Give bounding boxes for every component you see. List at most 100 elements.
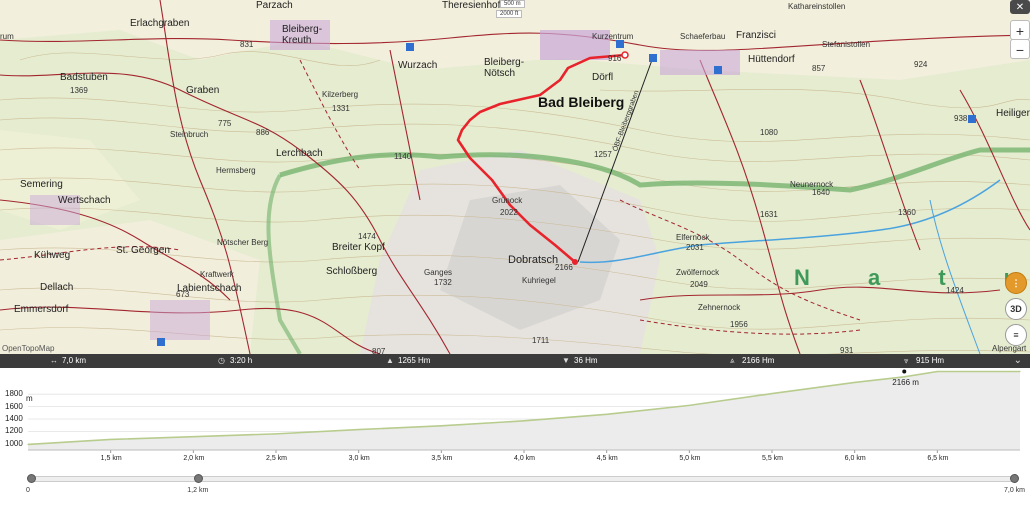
slider-mid-label: 1,2 km [187,487,209,494]
place-label: Steinbruch [170,130,209,139]
place-label: Alpengart [992,344,1027,353]
layers-icon[interactable]: ≡ [1005,324,1027,346]
x-tick-label: 6,5 km [927,455,949,462]
place-label: Zehnernock [698,303,741,312]
place-label: Badstuben [60,72,108,83]
elevation-label: 1331 [332,104,350,113]
place-label: Breiter Kopf [332,242,385,253]
elevation-label: 1360 [898,208,916,217]
place-label: Kuhriegel [522,276,556,285]
elevation-label: 924 [914,60,928,69]
place-label: Kühweg [34,250,71,261]
place-label: Graben [186,85,220,96]
y-tick-label: 1400 [5,414,23,423]
elevation-label: 857 [812,64,826,73]
distance-icon: ↔ [50,356,58,365]
elevation-label: 2031 [686,243,704,252]
place-label: Franzisci [736,30,777,41]
elevation-profile[interactable]: m 1800 1600 1400 1200 1000 1,5 km 2,0 km 2,5 k… [0,368,1030,470]
slider-start-label: 0 [26,487,30,494]
x-tick-label: 5,5 km [762,455,784,462]
elevation-label: 2166 [555,263,573,272]
x-tick-label: 2,5 km [266,455,288,462]
place-label: Theresienhof [442,0,501,11]
map-view[interactable]: Erlachgraben Parzach Theresienhof Kathar… [0,0,1030,354]
place-label: Dobratsch [508,254,559,266]
place-label: Zwölfernock [676,268,720,277]
elevation-point [523,420,525,422]
place-label: Dellach [40,282,74,293]
elevation-label: 673 [176,290,190,299]
zoom-in-button[interactable]: + [1010,20,1030,40]
place-label: Kraftwerk [200,270,234,279]
place-label: Heiliger [996,108,1030,119]
scale-bar-imperial: 2000 ft [496,10,523,18]
place-label: Kathareinstollen [788,2,846,11]
elevation-label: 1711 [532,336,550,345]
place-label: Lerchbach [276,148,323,159]
place-label: Dörfl [592,72,614,83]
more-options-button[interactable]: ⋮ [1005,272,1027,294]
elevation-point [275,433,277,435]
place-label: Ganges [424,268,453,277]
place-label: Semering [20,179,63,190]
descent-icon: ▼ [562,356,570,365]
elevation-label: 886 [256,128,270,137]
elevation-label: 1257 [594,150,612,159]
place-label: Wurzach [398,60,438,71]
elevation-label: 831 [240,40,254,49]
elevation-label: 916 [608,54,622,63]
elevation-label: 1140 [394,152,412,161]
chevron-down-icon[interactable]: ⌄ [1014,355,1022,366]
slider-start-handle[interactable] [27,474,36,483]
elevation-label: 1369 [70,86,88,95]
elevation-label: 1631 [760,210,778,219]
x-tick-label: 4,5 km [596,455,618,462]
map-attribution: OpenTopoMap [2,344,55,353]
range-slider[interactable] [27,474,1019,483]
nature-park-label: N a t u r p [794,265,1030,290]
x-tick-label: 5,0 km [679,455,701,462]
y-tick-label: 1800 [5,389,23,399]
place-label: Grünock [492,196,523,205]
x-tick-label: 1,5 km [100,455,122,462]
slider-end-label: 7,0 km [1004,487,1026,494]
stat-duration: ◷ 3:20 h [218,356,253,365]
y-tick-label: 1200 [5,426,23,436]
slider-end-handle[interactable] [1010,474,1019,483]
elevation-label: 1080 [760,128,778,137]
lowest-point-icon: ⩔ [904,356,909,365]
place-label: Schloßberg [326,266,378,277]
x-tick-label: 4,0 km [514,455,536,462]
place-label: Kurzentrum [592,32,634,41]
y-axis-unit: m [26,394,33,403]
peak-marker [902,369,907,374]
place-label: rum [0,32,14,41]
elevation-point [192,436,194,438]
scale-bar-metric: 500 m [500,0,525,8]
slider-position-handle[interactable] [194,474,204,483]
stat-descent: ▼ 36 Hm [562,356,598,365]
stat-distance: ↔ 7,0 km [50,356,87,365]
place-label: Hüttendorf [748,54,795,65]
place-label: Bleiberg- Kreuth [282,24,323,46]
zoom-out-button[interactable]: − [1010,39,1030,59]
x-tick-label: 6,0 km [844,455,866,462]
close-button[interactable]: ✕ [1010,0,1030,14]
x-tick-label: 3,5 km [431,455,453,462]
map-title-label: Bad Bleiberg [538,94,625,110]
elevation-label: 775 [218,119,232,128]
3d-toggle-button[interactable]: 3D [1005,298,1027,320]
elevation-point [771,392,773,395]
x-tick-label: 3,0 km [348,455,370,462]
peak-label: 2166 m [892,378,919,387]
place-label: Hermsberg [216,166,256,175]
elevation-point [358,428,360,431]
place-label: Elfernock [676,233,710,242]
stat-lowest-point: ⩔ 915 Hm [904,356,945,365]
ascent-icon: ▲ [386,356,394,365]
elevation-label: 1956 [730,320,748,329]
elevation-point [854,381,856,384]
place-label: Stefanistollen [822,40,871,49]
elevation-label: 1732 [434,278,452,287]
